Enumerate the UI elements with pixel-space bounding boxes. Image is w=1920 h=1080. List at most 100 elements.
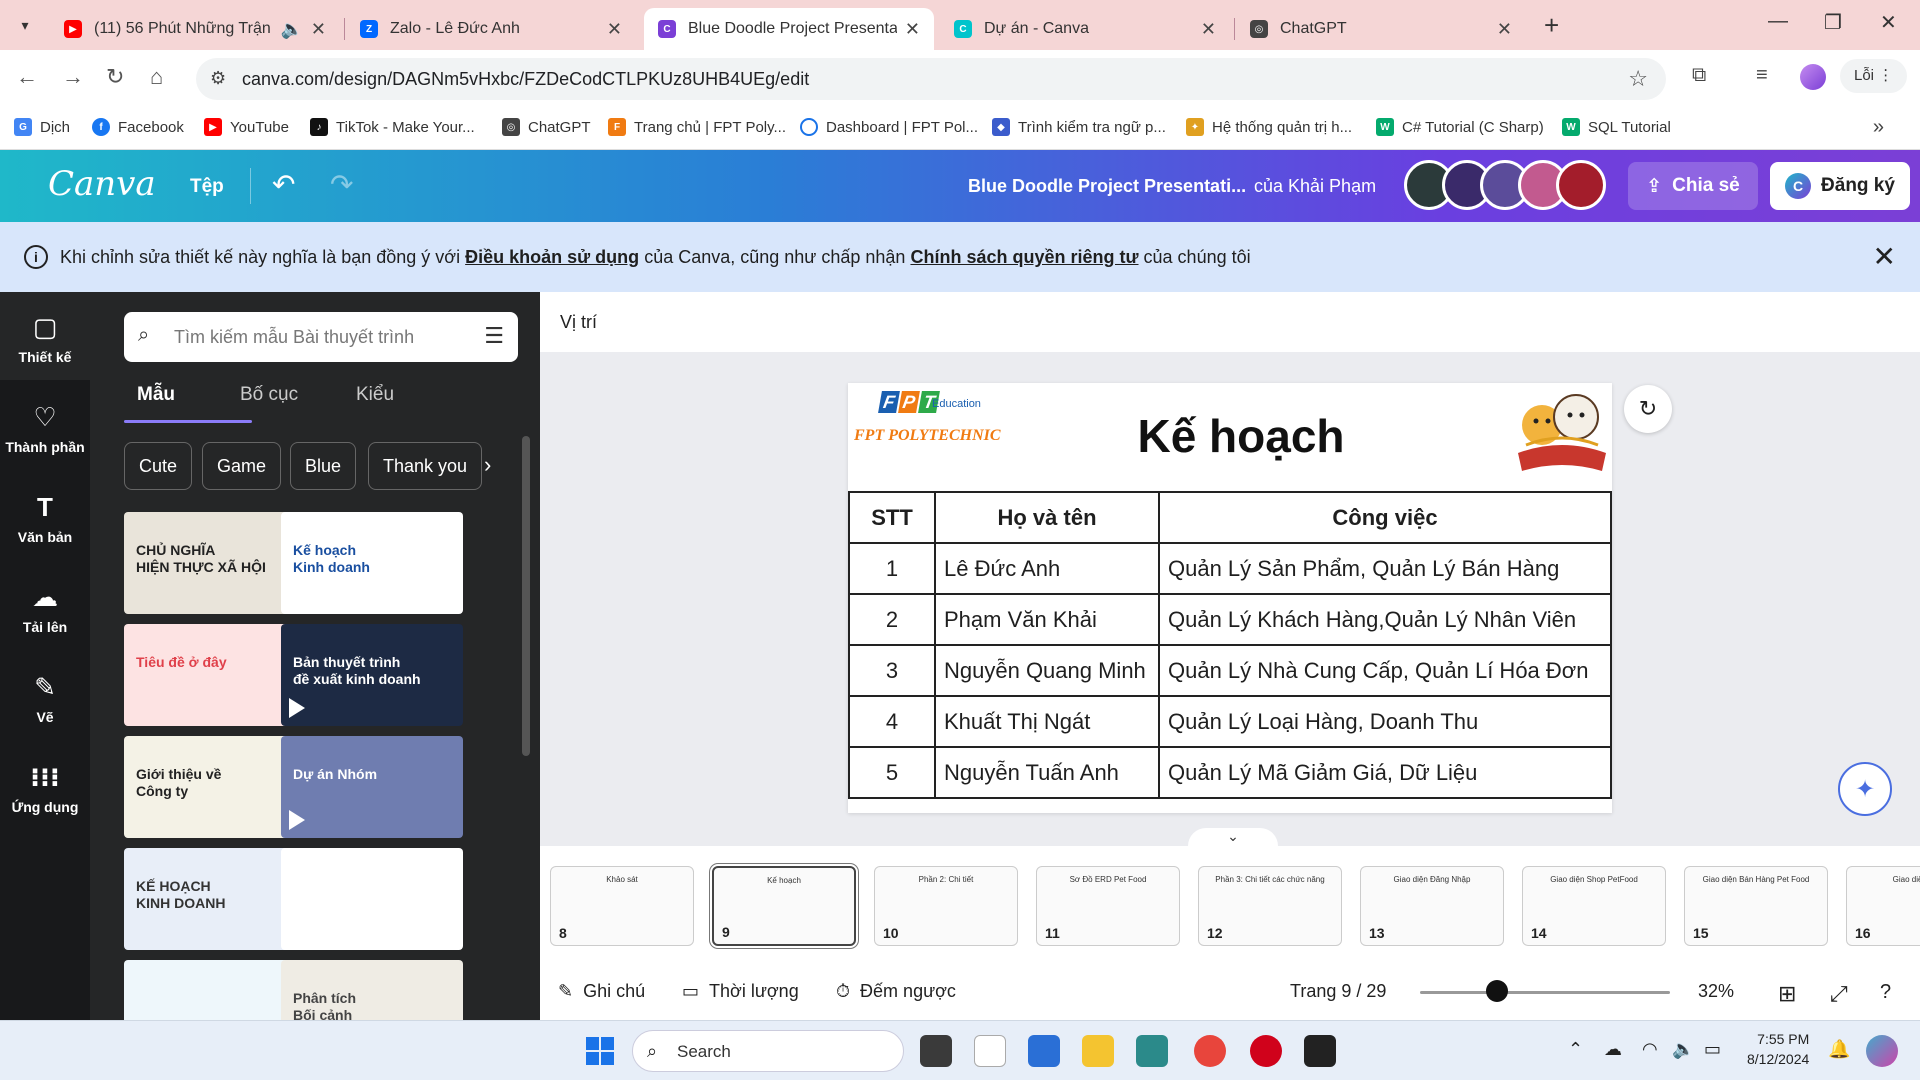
file-menu[interactable]: Tệp [190,176,224,198]
windows-start-icon[interactable] [586,1037,614,1065]
bookmark-chatgpt[interactable]: ◎ ChatGPT [502,118,591,136]
signup-button[interactable]: C Đăng ký [1770,162,1910,210]
tab-blue-doodle[interactable]: C Blue Doodle Project Presentatio ✕ [644,8,934,50]
template-card[interactable] [281,848,463,950]
chip-thank-you[interactable]: Thank you [368,442,483,490]
chevron-up-icon[interactable]: ⌃ [1568,1039,1583,1060]
bookmark-youtube[interactable]: ▶ YouTube [204,118,289,136]
template-card[interactable]: Tiêu đề ở đây [124,624,306,726]
canva-logo[interactable]: Canva [48,164,156,204]
notepad-icon[interactable] [974,1035,1006,1067]
template-card[interactable]: Dự án Nhóm [281,736,463,838]
template-card[interactable]: Bản thuyết trình đề xuất kinh doanh [281,624,463,726]
document-title[interactable]: Blue Doodle Project Presentati... [968,176,1246,197]
tab-zalo[interactable]: Z Zalo - Lê Đức Anh ✕ [346,8,636,50]
page-thumb-14[interactable]: Giao diện Shop PetFood 14 [1522,866,1666,946]
bookmark-star-icon[interactable]: ☆ [1628,66,1648,92]
app-icon[interactable] [1250,1035,1282,1067]
page-counter[interactable]: Trang 9 / 29 [1290,981,1386,1002]
table-row[interactable]: 3 Nguyễn Quang Minh Quản Lý Nhà Cung Cấp, … [848,644,1612,697]
rail-item-design[interactable]: ▢ Thiết kế [0,292,90,380]
privacy-link[interactable]: Chính sách quyền riêng tư [910,247,1138,267]
zoom-slider[interactable] [1420,991,1670,994]
magic-assistant-icon[interactable]: ✦ [1838,762,1892,816]
close-window-button[interactable]: ✕ [1880,10,1897,35]
app-icon[interactable] [1136,1035,1168,1067]
bookmark-facebook[interactable]: f Facebook [92,118,184,136]
page-thumb-8[interactable]: Khảo sát 8 [550,866,694,946]
clock[interactable]: 7:55 PM 8/12/2024 [1747,1029,1809,1069]
close-tab-icon[interactable]: ✕ [905,19,920,40]
close-tab-icon[interactable]: ✕ [1497,19,1512,40]
close-tab-icon[interactable]: ✕ [1201,19,1216,40]
position-button[interactable]: Vị trí [560,312,597,333]
task-view-icon[interactable] [920,1035,952,1067]
zoom-level[interactable]: 32% [1698,981,1734,1002]
bookmark-fpt-poly[interactable]: F Trang chủ | FPT Poly... [608,118,786,136]
error-menu-button[interactable]: Lỗi ⋮ [1840,59,1908,93]
restore-button[interactable]: ❐ [1824,10,1842,35]
speaker-icon[interactable]: 🔈 [280,19,302,40]
template-card[interactable]: Kế hoạch Kinh doanh [281,512,463,614]
template-card[interactable]: CHỦ NGHĨA HIỆN THỰC XÃ HỘI [124,512,306,614]
table-row[interactable]: 4 Khuất Thị Ngát Quản Lý Loại Hàng, Doanh … [848,695,1612,748]
home-button[interactable]: ⌂ [150,64,163,90]
address-bar[interactable]: ⚙ canva.com/design/DAGNm5vHxbc/FZDeCodCT… [196,58,1666,100]
help-icon[interactable]: ? [1880,981,1891,1004]
bookmark-tiktok[interactable]: ♪ TikTok - Make Your... [310,118,475,136]
duration-button[interactable]: ▭ Thời lượng [682,981,799,1002]
tab-search-button[interactable]: ▾ [8,10,42,40]
page-thumb-16[interactable]: Giao diện Sản 16 [1846,866,1920,946]
redo-icon[interactable]: ↷ [330,168,353,201]
rail-item-text[interactable]: T Văn bản [0,492,90,545]
extensions-icon[interactable]: ⧉ [1692,64,1706,87]
bookmark-sql[interactable]: W SQL Tutorial [1562,118,1671,136]
battery-icon[interactable]: ▭ [1704,1039,1721,1060]
rail-item-elements[interactable]: ♡ Thành phần [0,402,90,455]
close-tab-icon[interactable]: ✕ [607,19,622,40]
bookmark-dich[interactable]: G Dịch [14,118,70,136]
page-thumb-9[interactable]: Kế hoạch 9 [712,866,856,946]
share-button[interactable]: ⇪ Chia sẻ [1628,162,1758,210]
copilot-icon[interactable] [1866,1035,1898,1067]
close-tab-icon[interactable]: ✕ [311,19,326,40]
template-search[interactable]: ⌕ Tìm kiếm mẫu Bài thuyết trình ☰ [124,312,518,362]
media-control-icon[interactable]: ≡ [1756,64,1768,87]
minimize-button[interactable]: — [1768,10,1788,33]
page-thumb-12[interactable]: Phần 3: Chi tiết các chức năng 12 [1198,866,1342,946]
bookmark-management[interactable]: ✦ Hệ thống quản trị h... [1186,118,1352,136]
table-row[interactable]: 2 Phạm Văn Khải Quản Lý Khách Hàng,Quản Lý… [848,593,1612,646]
profile-avatar[interactable] [1800,64,1826,90]
page-thumb-10[interactable]: Phần 2: Chi tiết 10 [874,866,1018,946]
tab-youtube[interactable]: ▶ (11) 56 Phút Những Trận Đ 🔈 ✕ [50,8,340,50]
page-thumb-13[interactable]: Giao diện Đăng Nhập 13 [1360,866,1504,946]
app-icon[interactable] [1304,1035,1336,1067]
grid-view-icon[interactable]: ⊞ [1778,981,1796,1007]
slide-9[interactable]: FPT Education FPT POLYTECHNIC Kế hoạch S… [848,383,1612,813]
tab-styles[interactable]: Kiểu [356,384,394,406]
volume-icon[interactable]: 🔈 [1672,1039,1694,1060]
avatar[interactable] [1556,160,1606,210]
fullscreen-icon[interactable]: ⤢ [1830,981,1848,1007]
tab-du-an-canva[interactable]: C Dự án - Canva ✕ [940,8,1230,50]
chip-blue[interactable]: Blue [290,442,357,490]
table-row[interactable]: 5 Nguyễn Tuấn Anh Quản Lý Mã Giảm Giá, Dữ … [848,746,1612,799]
new-tab-button[interactable]: + [1544,10,1559,41]
back-button[interactable]: ← [16,64,38,90]
chrome-icon[interactable] [1194,1035,1226,1067]
close-notice-icon[interactable]: ✕ [1873,240,1896,273]
wifi-icon[interactable]: ◠ [1642,1039,1658,1060]
template-card[interactable]: Giới thiệu về Công ty [124,736,306,838]
store-icon[interactable] [1028,1035,1060,1067]
more-bookmarks-icon[interactable]: » [1873,116,1884,139]
notes-button[interactable]: ✎ Ghi chú [558,981,645,1002]
taskbar-search[interactable]: ⌕ Search [632,1030,904,1072]
forward-button[interactable]: → [62,64,84,90]
site-info-icon[interactable]: ⚙ [210,68,226,89]
file-explorer-icon[interactable] [1082,1035,1114,1067]
refresh-slide-icon[interactable]: ↻ [1624,385,1672,433]
reload-button[interactable]: ↻ [106,64,124,90]
rail-item-uploads[interactable]: ☁ Tải lên [0,582,90,635]
tab-chatgpt[interactable]: ◎ ChatGPT ✕ [1236,8,1526,50]
table-row[interactable]: 1 Lê Đức Anh Quản Lý Sản Phẩm, Quản Lý Bán… [848,542,1612,595]
